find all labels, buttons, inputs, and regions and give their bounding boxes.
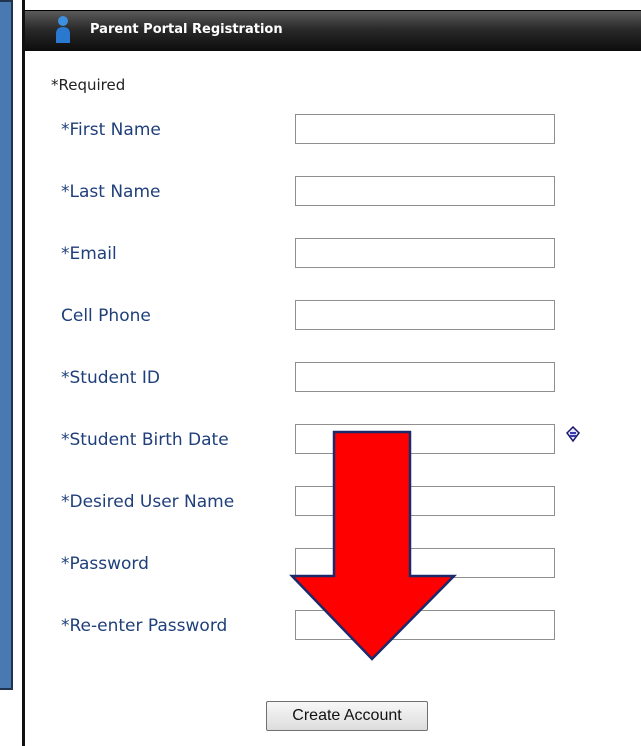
field-reenter-password: *Re-enter Password — [25, 610, 641, 644]
reenter-password-label: *Re-enter Password — [61, 616, 228, 636]
student-id-label: *Student ID — [61, 368, 160, 388]
field-password: *Password — [25, 548, 641, 582]
calendar-icon[interactable] — [565, 426, 581, 444]
email-input[interactable] — [295, 238, 555, 268]
student-id-input[interactable] — [295, 362, 555, 392]
last-name-input[interactable] — [295, 176, 555, 206]
user-icon — [56, 16, 70, 43]
reenter-password-input[interactable] — [295, 610, 555, 640]
registration-panel: Parent Portal Registration *Required *Fi… — [22, 0, 641, 746]
cell-phone-label: Cell Phone — [61, 306, 151, 326]
page-left-frame-edge — [0, 688, 13, 690]
panel-title: Parent Portal Registration — [90, 22, 283, 37]
first-name-label: *First Name — [61, 120, 161, 140]
field-student-id: *Student ID — [25, 362, 641, 396]
student-birth-date-input[interactable] — [295, 424, 555, 454]
desired-user-name-input[interactable] — [295, 486, 555, 516]
field-student-birth-date: *Student Birth Date — [25, 424, 641, 458]
student-birth-date-label: *Student Birth Date — [61, 430, 229, 450]
last-name-label: *Last Name — [61, 182, 161, 202]
create-account-button[interactable]: Create Account — [266, 701, 428, 731]
password-input[interactable] — [295, 548, 555, 578]
field-first-name: *First Name — [25, 114, 641, 148]
field-desired-user-name: *Desired User Name — [25, 486, 641, 520]
panel-titlebar: Parent Portal Registration — [25, 10, 641, 51]
field-cell-phone: Cell Phone — [25, 300, 641, 334]
email-label: *Email — [61, 244, 117, 264]
password-label: *Password — [61, 554, 149, 574]
field-email: *Email — [25, 238, 641, 272]
first-name-input[interactable] — [295, 114, 555, 144]
page-left-frame — [0, 0, 13, 690]
cell-phone-input[interactable] — [295, 300, 555, 330]
required-note: *Required — [51, 76, 126, 94]
field-last-name: *Last Name — [25, 176, 641, 210]
desired-user-name-label: *Desired User Name — [61, 492, 235, 512]
